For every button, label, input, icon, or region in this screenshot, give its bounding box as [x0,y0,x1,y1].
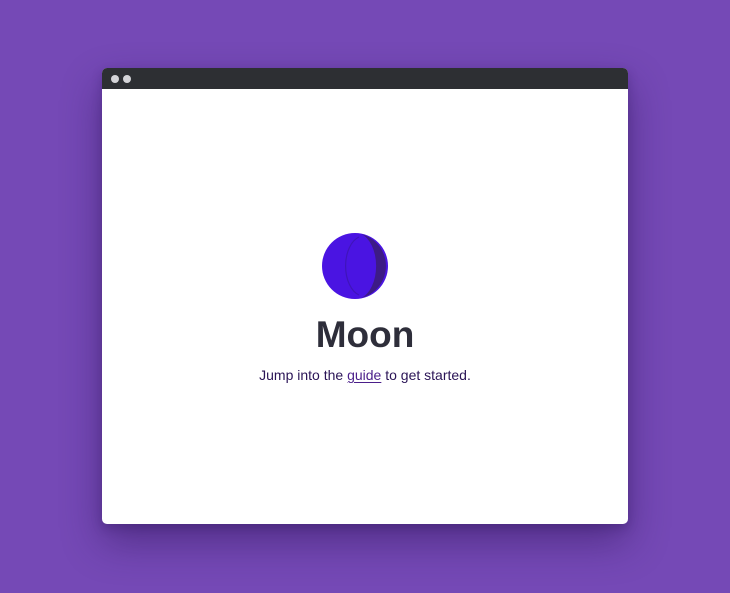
tagline-suffix: to get started. [381,367,471,383]
guide-link[interactable]: guide [347,367,381,383]
window-minimize-dot[interactable] [123,74,131,83]
window-titlebar [102,68,628,89]
page-content: Moon Jump into the guide to get started. [102,89,628,524]
moon-logo-icon [322,233,388,299]
window-close-dot[interactable] [111,74,119,83]
browser-window: Moon Jump into the guide to get started. [102,68,628,524]
tagline-prefix: Jump into the [259,367,348,383]
page-title: Moon [315,314,415,355]
tagline: Jump into the guide to get started. [102,366,628,384]
